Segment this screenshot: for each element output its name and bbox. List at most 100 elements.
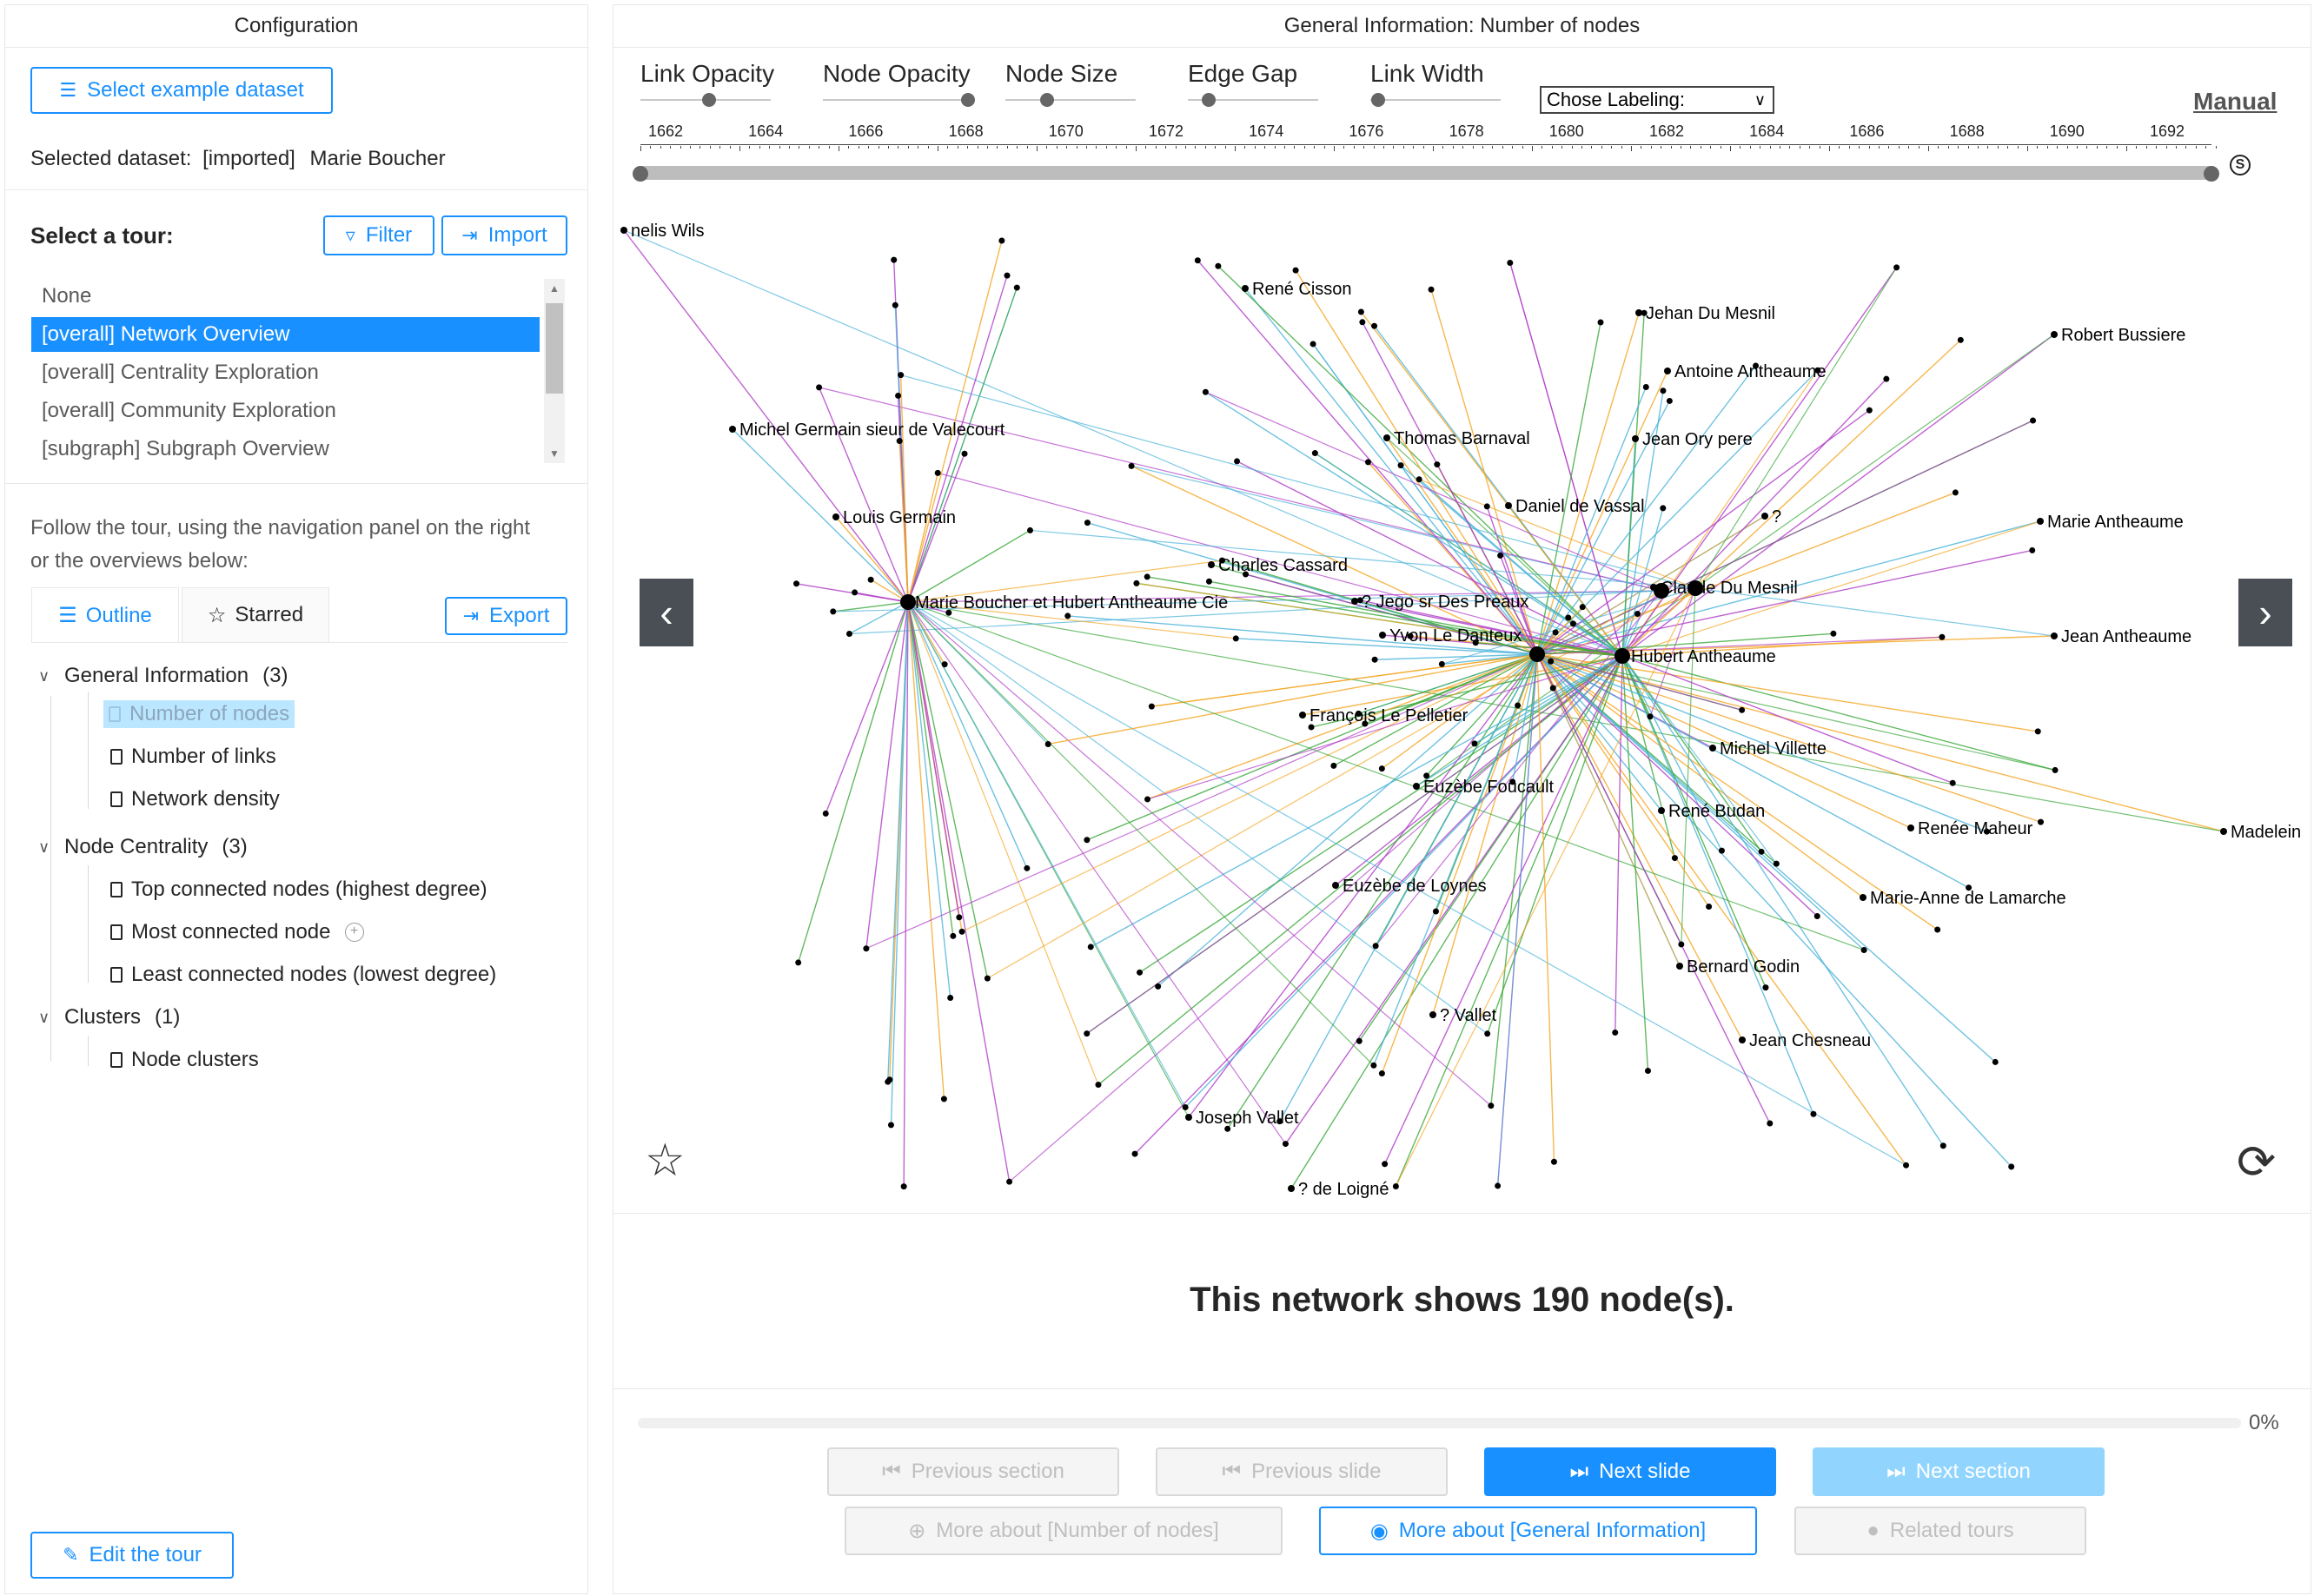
graph-node[interactable]	[950, 932, 957, 939]
graph-node[interactable]	[1095, 1082, 1102, 1089]
graph-node[interactable]	[1137, 969, 1144, 976]
graph-node[interactable]	[1642, 384, 1649, 391]
graph-node[interactable]	[891, 256, 898, 263]
graph-node[interactable]	[1773, 860, 1780, 867]
graph-node[interactable]	[830, 608, 837, 615]
tour-item-network-overview[interactable]: [overall] Network Overview	[31, 317, 540, 352]
graph-node[interactable]	[1128, 462, 1135, 469]
graph-node[interactable]	[793, 580, 800, 587]
graph-node[interactable]	[1762, 984, 1769, 991]
graph-node[interactable]	[1761, 513, 1768, 520]
graph-node[interactable]	[1739, 1036, 1746, 1043]
graph-node[interactable]	[1505, 502, 1512, 509]
graph-node[interactable]	[1658, 807, 1665, 814]
graph-node[interactable]	[1678, 941, 1685, 948]
tree-item-least-connected-nodes[interactable]: Least connected nodes (lowest degree)	[110, 963, 496, 987]
chevron-down-icon[interactable]: ∨	[38, 1009, 56, 1027]
graph-node[interactable]	[1371, 656, 1378, 663]
graph-node[interactable]	[1378, 765, 1385, 772]
graph-node[interactable]	[2037, 518, 2044, 525]
graph-node[interactable]	[1131, 1150, 1138, 1157]
scroll-up-icon[interactable]: ▲	[544, 279, 565, 298]
chevron-down-icon[interactable]: ∨	[38, 838, 56, 857]
graph-node[interactable]	[1907, 824, 1914, 831]
graph-node[interactable]	[1311, 450, 1318, 457]
graph-node[interactable]	[1004, 272, 1011, 279]
more-about-number-of-nodes-button[interactable]: ⊕ More about [Number of nodes]	[845, 1507, 1283, 1555]
graph-node[interactable]	[1084, 1030, 1091, 1037]
graph-node[interactable]	[941, 661, 948, 668]
graph-node[interactable]	[1148, 703, 1155, 710]
graph-node[interactable]	[1597, 319, 1604, 326]
graph-node[interactable]	[1027, 526, 1034, 533]
graph-node[interactable]	[816, 384, 823, 391]
tab-outline[interactable]: ☰ Outline	[31, 587, 179, 643]
graph-node[interactable]	[1299, 712, 1306, 719]
graph-node[interactable]	[1579, 604, 1586, 611]
graph-node[interactable]	[1660, 387, 1667, 394]
graph-node[interactable]	[1208, 561, 1215, 568]
graph-node[interactable]	[2034, 728, 2041, 735]
graph-node[interactable]	[2029, 546, 2036, 553]
graph-node[interactable]	[1416, 476, 1422, 483]
graph-node[interactable]	[1371, 322, 1378, 329]
graph-node[interactable]	[1866, 407, 1873, 414]
graph-node[interactable]	[934, 469, 941, 476]
graph-node[interactable]	[1356, 1037, 1363, 1044]
graph-node[interactable]	[1488, 1103, 1495, 1109]
graph-node[interactable]	[1949, 779, 1956, 786]
graph-node[interactable]	[1939, 633, 1946, 640]
graph-node[interactable]	[1282, 1141, 1289, 1148]
graph-node[interactable]	[892, 301, 898, 308]
graph-node[interactable]	[887, 1122, 894, 1129]
graph-node[interactable]	[1084, 837, 1091, 844]
graph-node[interactable]	[1647, 713, 1654, 720]
link-width-slider[interactable]	[1370, 99, 1501, 101]
play-icon[interactable]: S	[2230, 155, 2251, 175]
graph-node[interactable]	[1883, 375, 1890, 382]
previous-slide-button[interactable]: ⏮ Previous slide	[1156, 1447, 1448, 1496]
graph-node[interactable]	[1432, 908, 1439, 915]
export-button[interactable]: ⇥ Export	[445, 597, 567, 635]
graph-hub-node[interactable]	[900, 594, 916, 610]
graph-node[interactable]	[956, 914, 963, 921]
graph-node[interactable]	[1084, 520, 1091, 526]
graph-node[interactable]	[1934, 926, 1941, 933]
timeline-end-handle[interactable]	[2204, 166, 2219, 182]
graph-node[interactable]	[1064, 613, 1071, 619]
manual-link[interactable]: Manual	[2193, 88, 2277, 116]
graph-node[interactable]	[1332, 882, 1339, 889]
graph-node[interactable]	[1484, 1030, 1491, 1037]
tree-group-general-information[interactable]: ∨ General Information (3)	[38, 664, 288, 688]
graph-node[interactable]	[1215, 262, 1222, 269]
graph-node[interactable]	[795, 959, 802, 966]
node-size-slider[interactable]	[1005, 99, 1136, 101]
graph-node[interactable]	[2008, 1163, 2015, 1170]
select-example-dataset-button[interactable]: ☰ Select example dataset	[30, 67, 333, 114]
graph-node[interactable]	[1185, 1114, 1192, 1121]
related-tours-button[interactable]: ● Related tours	[1794, 1507, 2086, 1555]
graph-node[interactable]	[958, 928, 965, 935]
tree-item-network-density[interactable]: Network density	[110, 787, 280, 811]
graph-node[interactable]	[822, 810, 829, 817]
graph-node[interactable]	[1232, 635, 1239, 642]
graph-node[interactable]	[1860, 946, 1867, 953]
graph-node[interactable]	[1550, 1158, 1557, 1165]
graph-node[interactable]	[1471, 740, 1478, 747]
graph-node[interactable]	[1718, 847, 1725, 854]
previous-section-button[interactable]: ⏮ Previous section	[827, 1447, 1119, 1496]
graph-node[interactable]	[998, 237, 1005, 244]
graph-node[interactable]	[1044, 740, 1051, 747]
graph-node[interactable]	[2051, 632, 2058, 639]
graph-node[interactable]	[1632, 435, 1639, 442]
graph-node[interactable]	[1434, 461, 1441, 468]
link-width-knob[interactable]	[1371, 93, 1385, 107]
graph-node[interactable]	[1330, 762, 1337, 769]
graph-node[interactable]	[1359, 319, 1366, 326]
graph-node[interactable]	[1565, 614, 1572, 621]
graph-node[interactable]	[2220, 828, 2227, 835]
graph-node[interactable]	[1006, 1178, 1013, 1185]
graph-node[interactable]	[984, 975, 991, 982]
scroll-down-icon[interactable]: ▼	[544, 444, 565, 463]
graph-node[interactable]	[1893, 264, 1900, 271]
